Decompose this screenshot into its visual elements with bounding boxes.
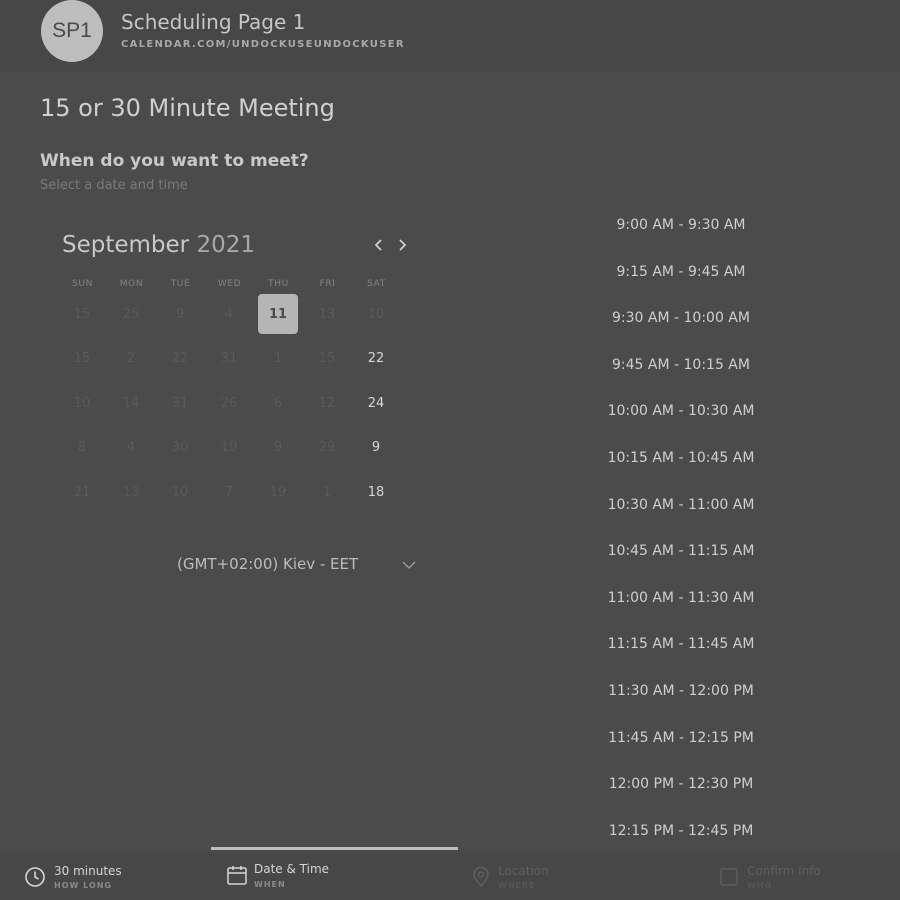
calendar-day-available[interactable]: 22 [356, 339, 396, 379]
calendar-day-disabled: 30 [171, 440, 189, 455]
step-confirm-info-sub: WHO [747, 881, 773, 890]
weekday-label: SUN [72, 279, 93, 289]
calendar-day-disabled: 31 [171, 395, 189, 411]
timezone-label: (GMT+02:00) Kiev - EET [177, 555, 359, 573]
calendar-day-disabled: 14 [122, 395, 140, 411]
when-question: When do you want to meet? [40, 151, 309, 171]
header: SP1 Scheduling Page 1 CALENDAR.COM/UNDOC… [0, 0, 900, 72]
time-slot-button[interactable]: 11:30 AM - 12:00 PM [580, 676, 782, 706]
weekday-label: FRI [319, 279, 336, 289]
calendar-day-available[interactable]: 9 [356, 428, 396, 468]
weekday-label: MON [119, 279, 144, 289]
calendar-day-disabled: 2 [126, 351, 136, 366]
time-slot-button[interactable]: 11:00 AM - 11:30 AM [580, 583, 782, 613]
time-slot-button[interactable]: 10:45 AM - 11:15 AM [580, 536, 782, 566]
calendar-day-disabled: 9 [175, 306, 185, 322]
calendar-day-disabled: 19 [269, 484, 287, 500]
time-slot-button[interactable]: 12:00 PM - 12:30 PM [580, 769, 782, 799]
meeting-title: 15 or 30 Minute Meeting [40, 94, 335, 122]
time-slot-button[interactable]: 10:00 AM - 10:30 AM [580, 396, 782, 426]
calendar-day-disabled: 9 [273, 440, 283, 455]
time-slot-button[interactable]: 9:30 AM - 10:00 AM [580, 303, 782, 333]
time-slot-button[interactable]: 9:00 AM - 9:30 AM [580, 210, 782, 240]
step-date-time[interactable]: Date & Time WHEN [226, 852, 426, 900]
step-progress-bar [211, 847, 458, 850]
calendar-day-disabled: 31 [220, 351, 238, 366]
time-slot-button[interactable]: 9:45 AM - 10:15 AM [580, 350, 782, 380]
calendar-icon [227, 866, 247, 885]
calendar-month-label: September 2021 [62, 232, 255, 258]
calendar-day-disabled: 6 [273, 395, 283, 411]
time-slot-button[interactable]: 10:15 AM - 10:45 AM [580, 443, 782, 473]
step-location-title: Location [498, 864, 549, 878]
calendar-day-available[interactable]: 24 [356, 383, 396, 423]
calendar-day-selected[interactable]: 11 [258, 294, 298, 334]
calendar-day-disabled: 1 [322, 484, 332, 500]
calendar-day-disabled: 8 [77, 440, 87, 455]
step-confirm-info-title: Confirm Info [747, 864, 821, 878]
calendar-day-disabled: 26 [220, 395, 238, 411]
calendar-grid: 15 25 9 4 11 13 10 15 2 22 31 1 15 22 10 14 31 26 6 12 24 8 4 3… [62, 294, 405, 518]
weekday-label: THU [268, 279, 289, 289]
chevron-right-icon [399, 239, 407, 251]
calendar-day-disabled: 10 [171, 484, 189, 500]
time-slot-button[interactable]: 9:15 AM - 9:45 AM [580, 257, 782, 287]
next-month-button[interactable] [392, 234, 412, 256]
weekday-label: SAT [367, 279, 386, 289]
step-date-time-sub: WHEN [254, 880, 286, 889]
time-slot-button[interactable]: 10:30 AM - 11:00 AM [580, 490, 782, 520]
checkbox-icon [720, 868, 738, 886]
prev-month-button[interactable] [369, 234, 389, 256]
time-slot-button[interactable]: 11:45 AM - 12:15 PM [580, 723, 782, 753]
calendar-day-disabled: 13 [318, 306, 336, 322]
weekday-label: TUE [170, 279, 191, 289]
step-duration-title: 30 minutes [54, 864, 122, 878]
location-pin-icon [473, 866, 489, 888]
calendar-day-disabled: 22 [171, 351, 189, 366]
calendar-day-disabled: 15 [73, 351, 91, 366]
step-confirm-info[interactable]: Confirm Info WHO [718, 852, 888, 900]
calendar-day-disabled: 12 [318, 395, 336, 411]
chevron-left-icon [374, 239, 382, 251]
timezone-select[interactable]: (GMT+02:00) Kiev - EET [120, 552, 420, 578]
calendar-day-disabled: 15 [318, 351, 336, 366]
calendar-day-disabled: 10 [367, 306, 385, 322]
calendar-day-disabled: 4 [126, 440, 136, 455]
scheduling-page-url[interactable]: CALENDAR.COM/UNDOCKUSEUNDOCKUSER [121, 39, 405, 50]
calendar-day-disabled: 10 [220, 440, 238, 455]
calendar-day-disabled: 4 [224, 306, 234, 322]
time-slot-button[interactable]: 11:15 AM - 11:45 AM [580, 629, 782, 659]
scheduling-page-title: Scheduling Page 1 [121, 10, 306, 34]
step-duration-sub: HOW LONG [54, 881, 112, 890]
calendar-day-disabled: 7 [224, 484, 234, 500]
avatar: SP1 [41, 0, 103, 62]
step-location-sub: WHERE [498, 881, 536, 890]
time-slot-button[interactable]: 12:15 PM - 12:45 PM [580, 816, 782, 846]
step-date-time-title: Date & Time [254, 862, 330, 876]
chevron-down-icon [402, 561, 416, 569]
clock-icon [25, 867, 45, 887]
step-location[interactable]: Location WHERE [470, 852, 670, 900]
select-hint: Select a date and time [40, 178, 188, 193]
calendar-day-available[interactable]: 18 [356, 472, 396, 512]
calendar-day-disabled: 10 [73, 395, 91, 411]
calendar-year: 2021 [196, 232, 255, 258]
calendar-month: September [62, 232, 190, 258]
step-duration[interactable]: 30 minutes HOW LONG [24, 852, 194, 900]
weekday-label: WED [217, 279, 242, 289]
calendar-day-disabled: 29 [318, 440, 336, 455]
calendar-day-disabled: 25 [122, 306, 140, 322]
weekday-header: SUN MON TUE WED THU FRI SAT [62, 279, 405, 293]
calendar-day-disabled: 21 [73, 484, 91, 500]
calendar-day-disabled: 13 [122, 484, 140, 500]
calendar-day-disabled: 15 [73, 306, 91, 322]
steps-bar: 30 minutes HOW LONG Date & Time WHEN Loc… [0, 852, 900, 900]
calendar-day-disabled: 1 [273, 351, 283, 366]
